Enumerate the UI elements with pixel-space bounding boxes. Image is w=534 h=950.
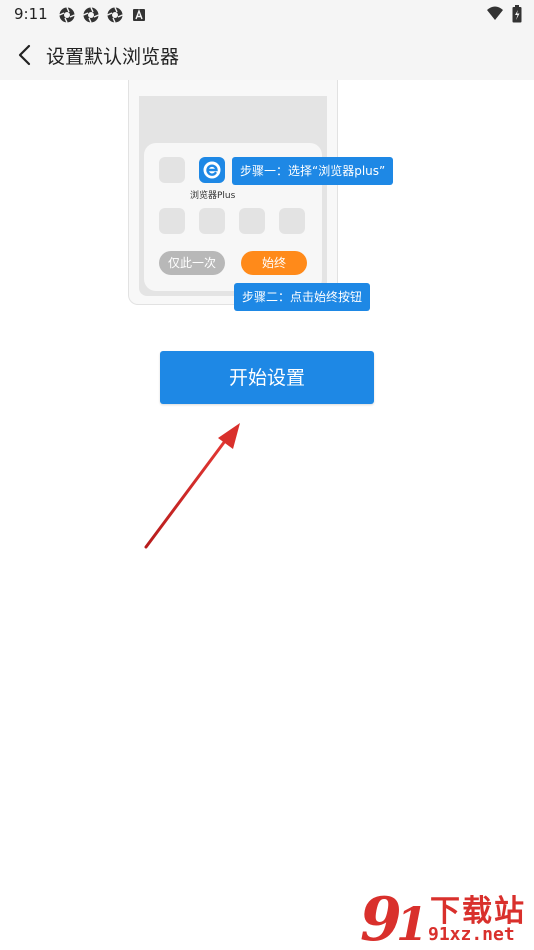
just-once-pill: 仅此一次: [159, 251, 225, 275]
app-tile-placeholder: [239, 208, 265, 234]
step-one-tooltip: 步骤一：选择“浏览器plus”: [232, 157, 394, 185]
font-a-icon: [133, 9, 145, 21]
app-tile-placeholder: [159, 157, 185, 183]
aperture-icon: [83, 7, 99, 23]
app-bar: 设置默认浏览器: [0, 30, 534, 80]
back-arrow-icon[interactable]: [12, 40, 40, 70]
notification-icons: [58, 6, 148, 24]
status-time: 9:11: [14, 5, 48, 23]
step-two-tooltip: 步骤二：点击始终按钮: [234, 283, 371, 311]
watermark-url: 91xz.net: [428, 924, 515, 945]
site-watermark: 9 1 下载站 91xz.net: [358, 882, 534, 950]
app-tile-placeholder: [159, 208, 185, 234]
always-pill: 始终: [241, 251, 307, 275]
red-arrow-annotation: [144, 423, 240, 549]
status-bar: 9:11: [0, 0, 534, 30]
app-tile-placeholder: [199, 208, 225, 234]
app-tile-placeholder: [279, 208, 305, 234]
battery-icon: [512, 5, 522, 23]
watermark-logo-icon: 9 1: [360, 885, 428, 950]
aperture-icon: [59, 7, 75, 23]
aperture-icon: [107, 7, 123, 23]
app-label: 浏览器Plus: [190, 191, 236, 201]
page-title: 设置默认浏览器: [46, 46, 180, 68]
svg-text:1: 1: [396, 897, 428, 950]
status-right: [486, 5, 522, 23]
browser-plus-icon: [199, 157, 225, 183]
wifi-icon: [487, 6, 503, 20]
start-setup-button[interactable]: 开始设置: [160, 351, 374, 404]
